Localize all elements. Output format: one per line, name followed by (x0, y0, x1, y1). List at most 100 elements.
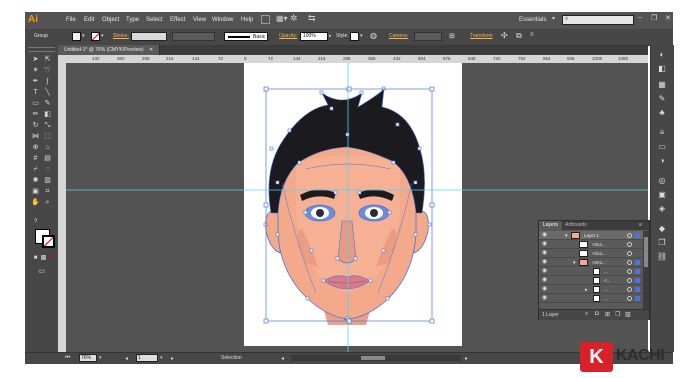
menu-type[interactable]: Type (126, 17, 139, 23)
recolor-icon[interactable]: ◍ (370, 31, 377, 40)
layers-scrollbar[interactable] (643, 231, 649, 309)
gradient-panel-icon[interactable]: ▭ (656, 141, 668, 152)
bridge-icon[interactable] (261, 15, 270, 24)
visibility-eye-icon[interactable]: ◉ (542, 286, 547, 293)
free-transform-icon[interactable]: ⬚ (42, 132, 53, 142)
layer-row[interactable]: ◉ ▸ ... (539, 285, 643, 294)
graphic-style-swatch[interactable] (350, 32, 359, 41)
arrange-objects-icon[interactable]: ⧉ (516, 31, 522, 41)
close-tab-icon[interactable]: ✕ (149, 47, 153, 53)
target-circle-icon[interactable] (627, 278, 632, 283)
arrange-icon[interactable]: ▦▾ (276, 14, 288, 23)
panel-menu-icon[interactable]: ≡ (639, 222, 642, 228)
target-circle-icon[interactable] (627, 260, 632, 265)
menu-select[interactable]: Select (146, 17, 163, 23)
scroll-right-icon[interactable]: ▸ (465, 355, 468, 362)
zoom-menu-icon[interactable]: ▾ (99, 355, 102, 361)
opacity-field[interactable]: 100% (300, 32, 328, 41)
selection-indicator[interactable] (635, 260, 640, 265)
expand-arrow-icon[interactable]: ▸ (585, 287, 588, 293)
layer-row[interactable]: ◉ ▾ Layer 1 (539, 231, 643, 240)
layer-name[interactable]: ... (604, 287, 608, 292)
transparency-icon[interactable]: ◑ (656, 155, 668, 166)
target-circle-icon[interactable] (627, 233, 632, 238)
visibility-eye-icon[interactable]: ◉ (542, 250, 547, 257)
visibility-eye-icon[interactable]: ◉ (542, 259, 547, 266)
visibility-eye-icon[interactable]: ◉ (542, 232, 547, 239)
selection-indicator[interactable] (635, 278, 640, 283)
scrollbar-thumb[interactable] (644, 237, 648, 267)
menu-file[interactable]: File (66, 17, 76, 23)
gpu-icon[interactable]: ✲ (290, 13, 298, 24)
paintbrush-icon[interactable]: ✎ (42, 99, 53, 109)
layer-name[interactable]: ... (604, 296, 608, 301)
width-tool-icon[interactable]: ⋈ (30, 132, 41, 142)
visibility-eye-icon[interactable]: ◉ (542, 277, 547, 284)
locate-object-icon[interactable]: ⌕ (585, 311, 588, 318)
document-tab[interactable]: Untitled-1* @ 76% (CMYK/Preview) ✕ (58, 45, 161, 55)
target-circle-icon[interactable] (627, 296, 632, 301)
artboard-tool-icon[interactable]: ▣ (30, 187, 41, 197)
target-circle-icon[interactable] (627, 242, 632, 247)
stroke-swatch[interactable] (91, 32, 100, 41)
ai-assets-icon[interactable]: ◈ (656, 203, 668, 214)
layer-row[interactable]: ◉ ... (539, 294, 643, 303)
blend-tool-icon[interactable]: ◌ (42, 165, 53, 175)
color-guide-icon[interactable]: ◧ (656, 63, 668, 74)
menu-edit[interactable]: Edit (84, 17, 94, 23)
brushes-icon[interactable]: ✎ (656, 93, 668, 104)
new-layer-icon[interactable]: ❐ (615, 311, 620, 318)
stroke-label[interactable]: Stroke: (113, 33, 129, 39)
symbol-sprayer-icon[interactable]: ✺ (30, 176, 41, 186)
brush-definition[interactable]: Basic (224, 32, 268, 41)
selection-indicator[interactable] (635, 296, 640, 301)
target-circle-icon[interactable] (627, 251, 632, 256)
target-circle-icon[interactable] (627, 287, 632, 292)
stroke-weight-field[interactable] (131, 32, 167, 41)
visibility-eye-icon[interactable]: ◉ (542, 268, 547, 275)
rectangle-tool-icon[interactable]: ▭ (30, 99, 41, 109)
style-menu-icon[interactable]: ▾ (360, 33, 363, 39)
graphic-styles-icon[interactable]: ▣ (656, 189, 668, 200)
selection-indicator[interactable] (635, 269, 640, 274)
opacity-menu-icon[interactable]: ▸ (329, 33, 332, 39)
menu-object[interactable]: Object (102, 17, 119, 23)
layer-name[interactable]: ... (604, 269, 608, 274)
panel-menu-icon[interactable]: ≡ (530, 32, 534, 38)
menu-help[interactable]: Help (241, 17, 253, 23)
selection-indicator[interactable] (635, 233, 640, 238)
target-circle-icon[interactable] (627, 269, 632, 274)
layer-row[interactable]: ◉ <Gui... (539, 249, 643, 258)
artboards-icon[interactable]: ❐ (656, 237, 668, 248)
layer-row[interactable]: ◉ ▾ <Gro... (539, 258, 643, 267)
rotate-tool-icon[interactable]: ↻ (30, 121, 41, 131)
align-icon[interactable]: ⊞ (449, 32, 455, 40)
swap-fill-stroke-icon[interactable]: ? (30, 217, 41, 227)
isolate-icon[interactable]: ✣ (501, 31, 508, 40)
curvature-icon[interactable]: ∫ (42, 77, 53, 87)
tools-grip[interactable] (28, 47, 55, 52)
type-tool-icon[interactable]: T (30, 88, 41, 98)
swatches-icon[interactable]: ▦ (656, 79, 668, 90)
layer-name[interactable]: <Gro... (592, 260, 606, 265)
transform-label[interactable]: Transform (470, 33, 493, 39)
pen-tool-icon[interactable]: ✒ (30, 77, 41, 87)
layer-name[interactable]: <... (604, 278, 610, 283)
fill-swatch[interactable] (72, 32, 81, 41)
trash-icon[interactable]: ▥ (625, 311, 631, 318)
horizontal-scrollbar[interactable] (291, 355, 461, 361)
layer-row[interactable]: ◉ <... (539, 276, 643, 285)
shape-builder-icon[interactable]: ⊕ (30, 143, 41, 153)
menu-effect[interactable]: Effect (170, 17, 185, 23)
menu-view[interactable]: View (193, 17, 206, 23)
layer-name[interactable]: <Gui... (592, 242, 605, 247)
scroll-left-icon[interactable]: ◂ (281, 355, 284, 362)
none-mode-icon[interactable]: ⊘ (46, 253, 57, 263)
color-panel-icon[interactable]: ◐ (656, 49, 668, 60)
search-input[interactable]: ⌕ (562, 15, 634, 25)
expand-arrow-icon[interactable]: ▾ (565, 233, 568, 239)
mesh-tool-icon[interactable]: # (30, 154, 41, 164)
expand-arrow-icon[interactable]: ▾ (573, 260, 576, 266)
layer-row[interactable]: ◉ <Gui... (539, 240, 643, 249)
hand-tool-icon[interactable]: ✋ (30, 198, 41, 208)
